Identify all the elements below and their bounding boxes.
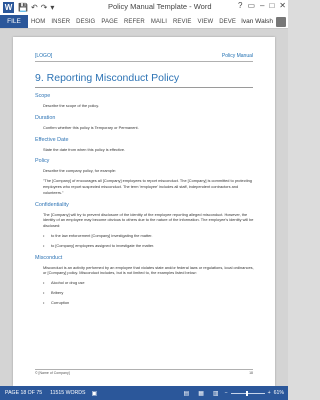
footer-company: © [Name of Company] — [35, 371, 70, 375]
header-divider — [35, 61, 253, 62]
tab-insert[interactable]: INSER — [48, 15, 73, 28]
user-name: Ivan Walsh — [241, 18, 273, 25]
tab-file[interactable]: FILE — [0, 15, 28, 28]
close-icon[interactable]: ✕ — [279, 1, 286, 10]
list-item: • Alcohol or drug use — [43, 280, 255, 286]
status-bar: PAGE 18 OF 75 11515 WORDS ▣ ▤ ▦ ▥ − + 61… — [0, 386, 288, 400]
list-item: • Corruption — [43, 300, 255, 306]
bullet-icon: • — [43, 280, 45, 286]
paragraph-policy-quote: "The [Company] of encourages all [Compan… — [43, 178, 252, 195]
read-mode-icon[interactable]: ▤ — [181, 390, 193, 397]
ribbon-display-icon[interactable]: ▭ — [247, 1, 255, 10]
tab-view[interactable]: VIEW — [195, 15, 217, 28]
tab-mailings[interactable]: MAILI — [148, 15, 170, 28]
paragraph-duration: Confirm whether this policy is Temporary… — [43, 124, 139, 130]
paragraph-effective-date: State the date from when this policy is … — [43, 146, 126, 152]
heading-effective-date: Effective Date — [35, 136, 69, 143]
list-item-text: Bribery — [51, 289, 64, 295]
heading-misconduct: Misconduct — [35, 254, 63, 261]
zoom-in-icon[interactable]: + — [268, 390, 271, 396]
chapter-heading: 9. Reporting Misconduct Policy — [35, 72, 180, 84]
heading-duration: Duration — [35, 114, 56, 121]
help-icon[interactable]: ? — [238, 1, 242, 10]
bullet-icon: • — [43, 289, 45, 295]
bullet-icon: • — [43, 242, 45, 248]
tab-review[interactable]: REVIE — [170, 15, 195, 28]
heading-confidentiality: Confidentiality — [35, 201, 69, 208]
window-title: Policy Manual Template - Word — [108, 2, 212, 11]
tab-developer[interactable]: DEVE — [216, 15, 239, 28]
tab-page-layout[interactable]: PAGE — [98, 15, 121, 28]
page-body: Scope Describe the scope of the policy. … — [35, 93, 255, 306]
document-area[interactable]: [LOGO] Policy Manual 9. Reporting Miscon… — [0, 29, 288, 386]
zoom-slider[interactable] — [230, 390, 265, 396]
list-item: • Bribery — [43, 290, 255, 296]
proofing-icon[interactable]: ▣ — [88, 390, 100, 397]
zoom-out-icon[interactable]: − — [225, 390, 228, 396]
paragraph-confidentiality: The [Company] will try to prevent disclo… — [43, 211, 254, 229]
web-layout-icon[interactable]: ▥ — [210, 390, 222, 397]
list-item: • to [Company] employees assigned to inv… — [43, 243, 255, 249]
maximize-icon[interactable]: □ — [269, 1, 274, 10]
list-item-text: Corruption — [51, 299, 70, 305]
page-count[interactable]: PAGE 18 OF 75 — [0, 390, 45, 396]
undo-icon[interactable]: ↶ — [31, 3, 38, 12]
heading-scope: Scope — [35, 93, 51, 99]
redo-icon[interactable]: ↷ — [41, 3, 48, 12]
footer-page-number: 18 — [249, 371, 253, 375]
tab-home[interactable]: HOM — [28, 15, 48, 28]
paragraph-policy: Describe the company policy, for example… — [43, 168, 117, 174]
heading-policy: Policy — [35, 158, 50, 165]
word-logo-icon: W — [3, 2, 14, 13]
bullet-icon: • — [43, 299, 45, 305]
title-bar: W 💾 ↶ ↷ ▾ Policy Manual Template - Word … — [0, 0, 288, 15]
document-page[interactable]: [LOGO] Policy Manual 9. Reporting Miscon… — [13, 37, 275, 386]
paragraph-misconduct: Misconduct is an activity performed by a… — [43, 264, 254, 276]
print-layout-icon[interactable]: ▦ — [195, 390, 207, 397]
ribbon-tabs: FILE HOM INSER DESIG PAGE REFER MAILI RE… — [0, 15, 288, 29]
zoom-level[interactable]: 61% — [274, 390, 284, 396]
tab-design[interactable]: DESIG — [73, 15, 98, 28]
footer-divider — [35, 369, 253, 370]
list-item-text: to [Company] employees assigned to inves… — [51, 242, 155, 248]
bullet-icon: • — [43, 232, 45, 238]
user-account[interactable]: Ivan Walsh — [241, 15, 288, 28]
header-logo-placeholder: [LOGO] — [35, 53, 53, 59]
window-controls: ? ▭ – □ ✕ — [238, 1, 286, 10]
list-item-text: Alcohol or drug use — [51, 280, 85, 286]
chapter-divider — [35, 87, 253, 88]
list-item: • to the law enforcement [Company] inves… — [43, 233, 255, 239]
list-item-text: to the law enforcement [Company] investi… — [51, 232, 153, 238]
word-count[interactable]: 11515 WORDS — [45, 390, 88, 396]
paragraph-scope: Describe the scope of the policy. — [43, 103, 99, 108]
quick-access-toolbar: 💾 ↶ ↷ ▾ — [18, 3, 54, 12]
avatar — [276, 16, 286, 27]
tab-references[interactable]: REFER — [121, 15, 148, 28]
status-right: ▤ ▦ ▥ − + 61% — [181, 390, 288, 397]
minimize-icon[interactable]: – — [260, 1, 264, 10]
save-icon[interactable]: 💾 — [18, 3, 28, 12]
customize-qat-icon[interactable]: ▾ — [50, 3, 54, 12]
header-title: Policy Manual — [221, 53, 253, 59]
